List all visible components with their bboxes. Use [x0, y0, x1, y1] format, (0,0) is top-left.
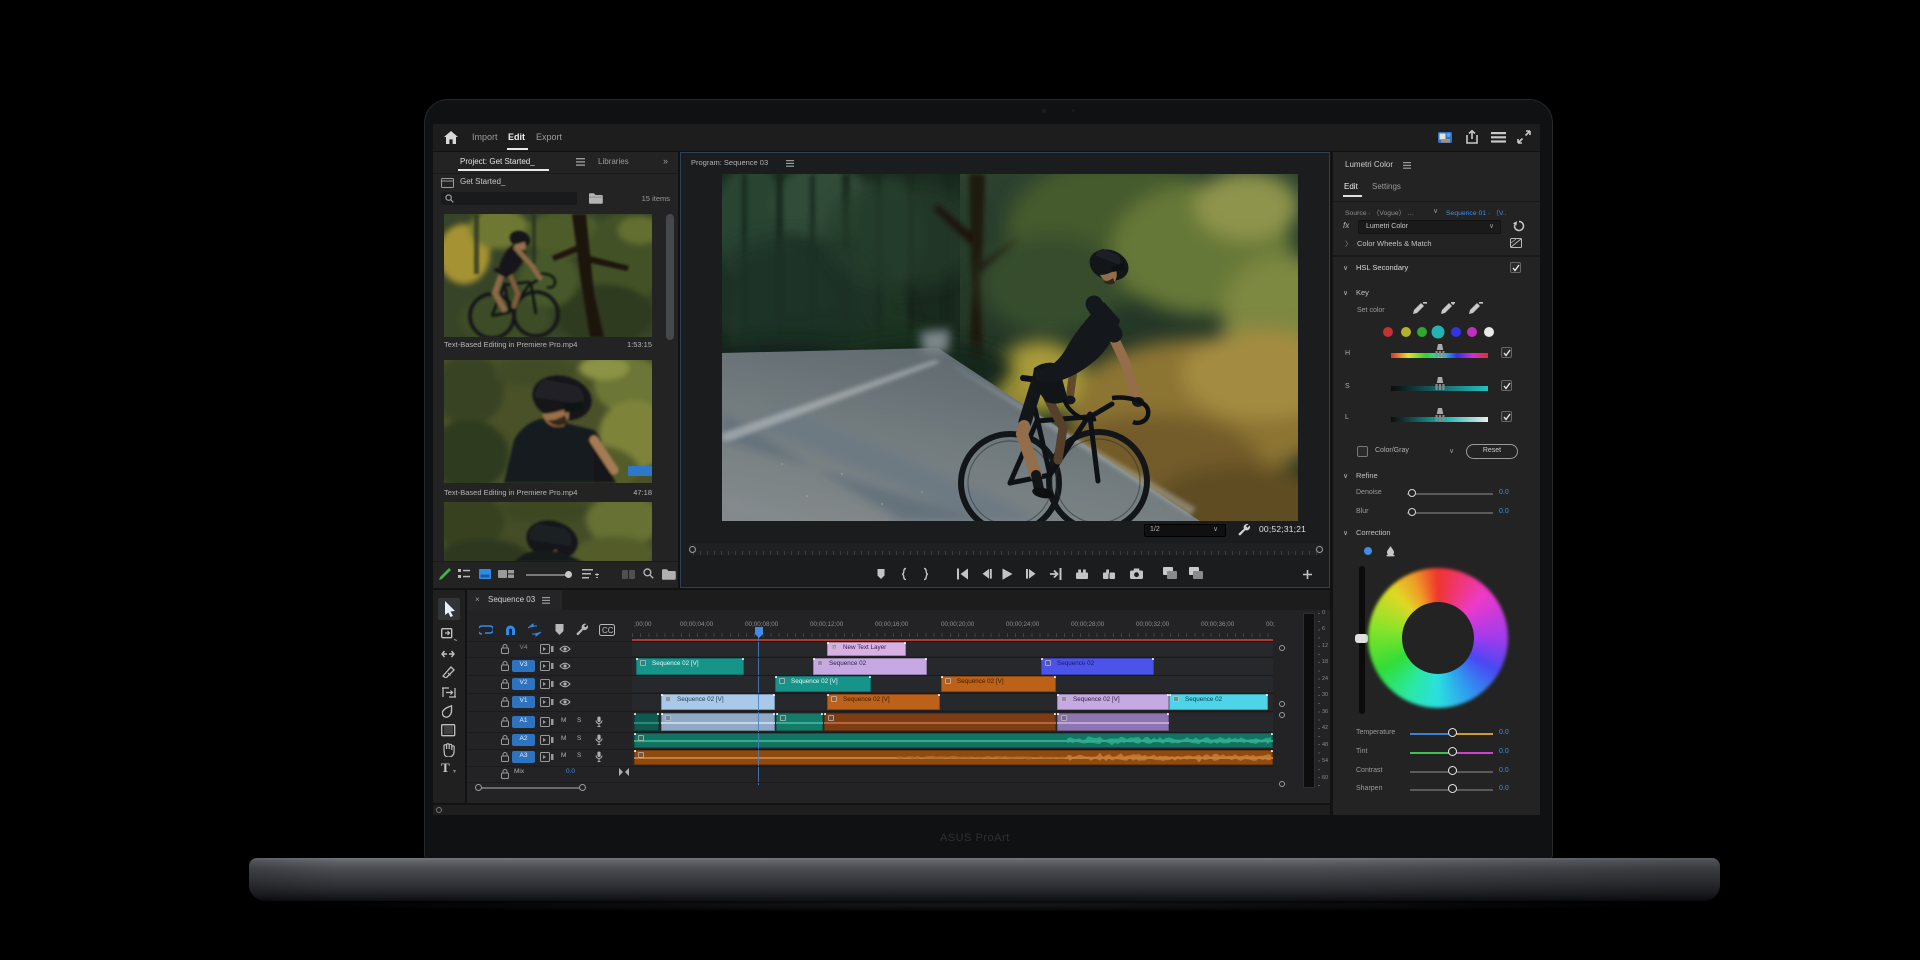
svg-text:CC: CC [602, 626, 614, 635]
